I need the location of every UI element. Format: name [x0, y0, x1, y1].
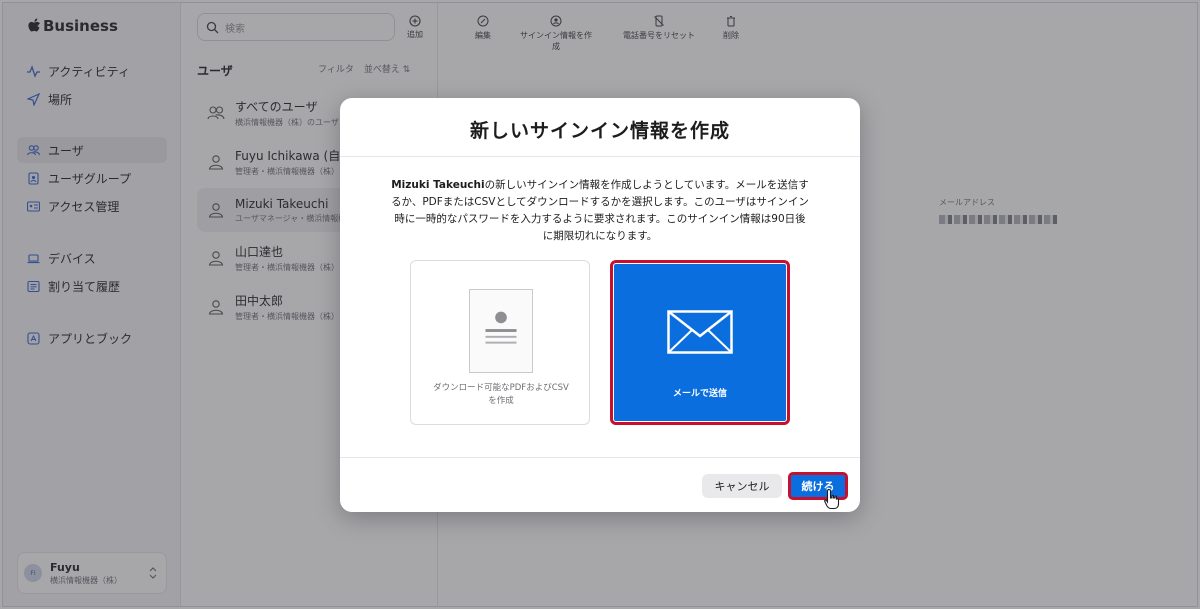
- hand-pointer-icon: [824, 488, 840, 510]
- divider: [340, 457, 860, 458]
- document-icon: [469, 289, 533, 373]
- target-user-name: Mizuki Takeuchi: [391, 179, 485, 191]
- dialog-title: 新しいサインイン情報を作成: [469, 120, 730, 142]
- dialog-description: Mizuki Takeuchiの新しいサインイン情報を作成しようとしています。メ…: [390, 177, 810, 245]
- option-pdf-label: ダウンロード可能なPDFおよびCSVを作成: [433, 383, 569, 406]
- divider: [340, 156, 860, 157]
- create-signin-dialog: 新しいサインイン情報を作成 Mizuki Takeuchiの新しいサインイン情報…: [340, 98, 860, 512]
- option-download-pdf-csv[interactable]: ダウンロード可能なPDFおよびCSVを作成: [410, 260, 590, 425]
- option-send-email[interactable]: メールで送信: [610, 260, 790, 425]
- cancel-button[interactable]: キャンセル: [702, 474, 782, 498]
- envelope-icon: [667, 310, 733, 354]
- option-mail-label: メールで送信: [672, 389, 727, 399]
- document-lines-icon: [485, 311, 517, 344]
